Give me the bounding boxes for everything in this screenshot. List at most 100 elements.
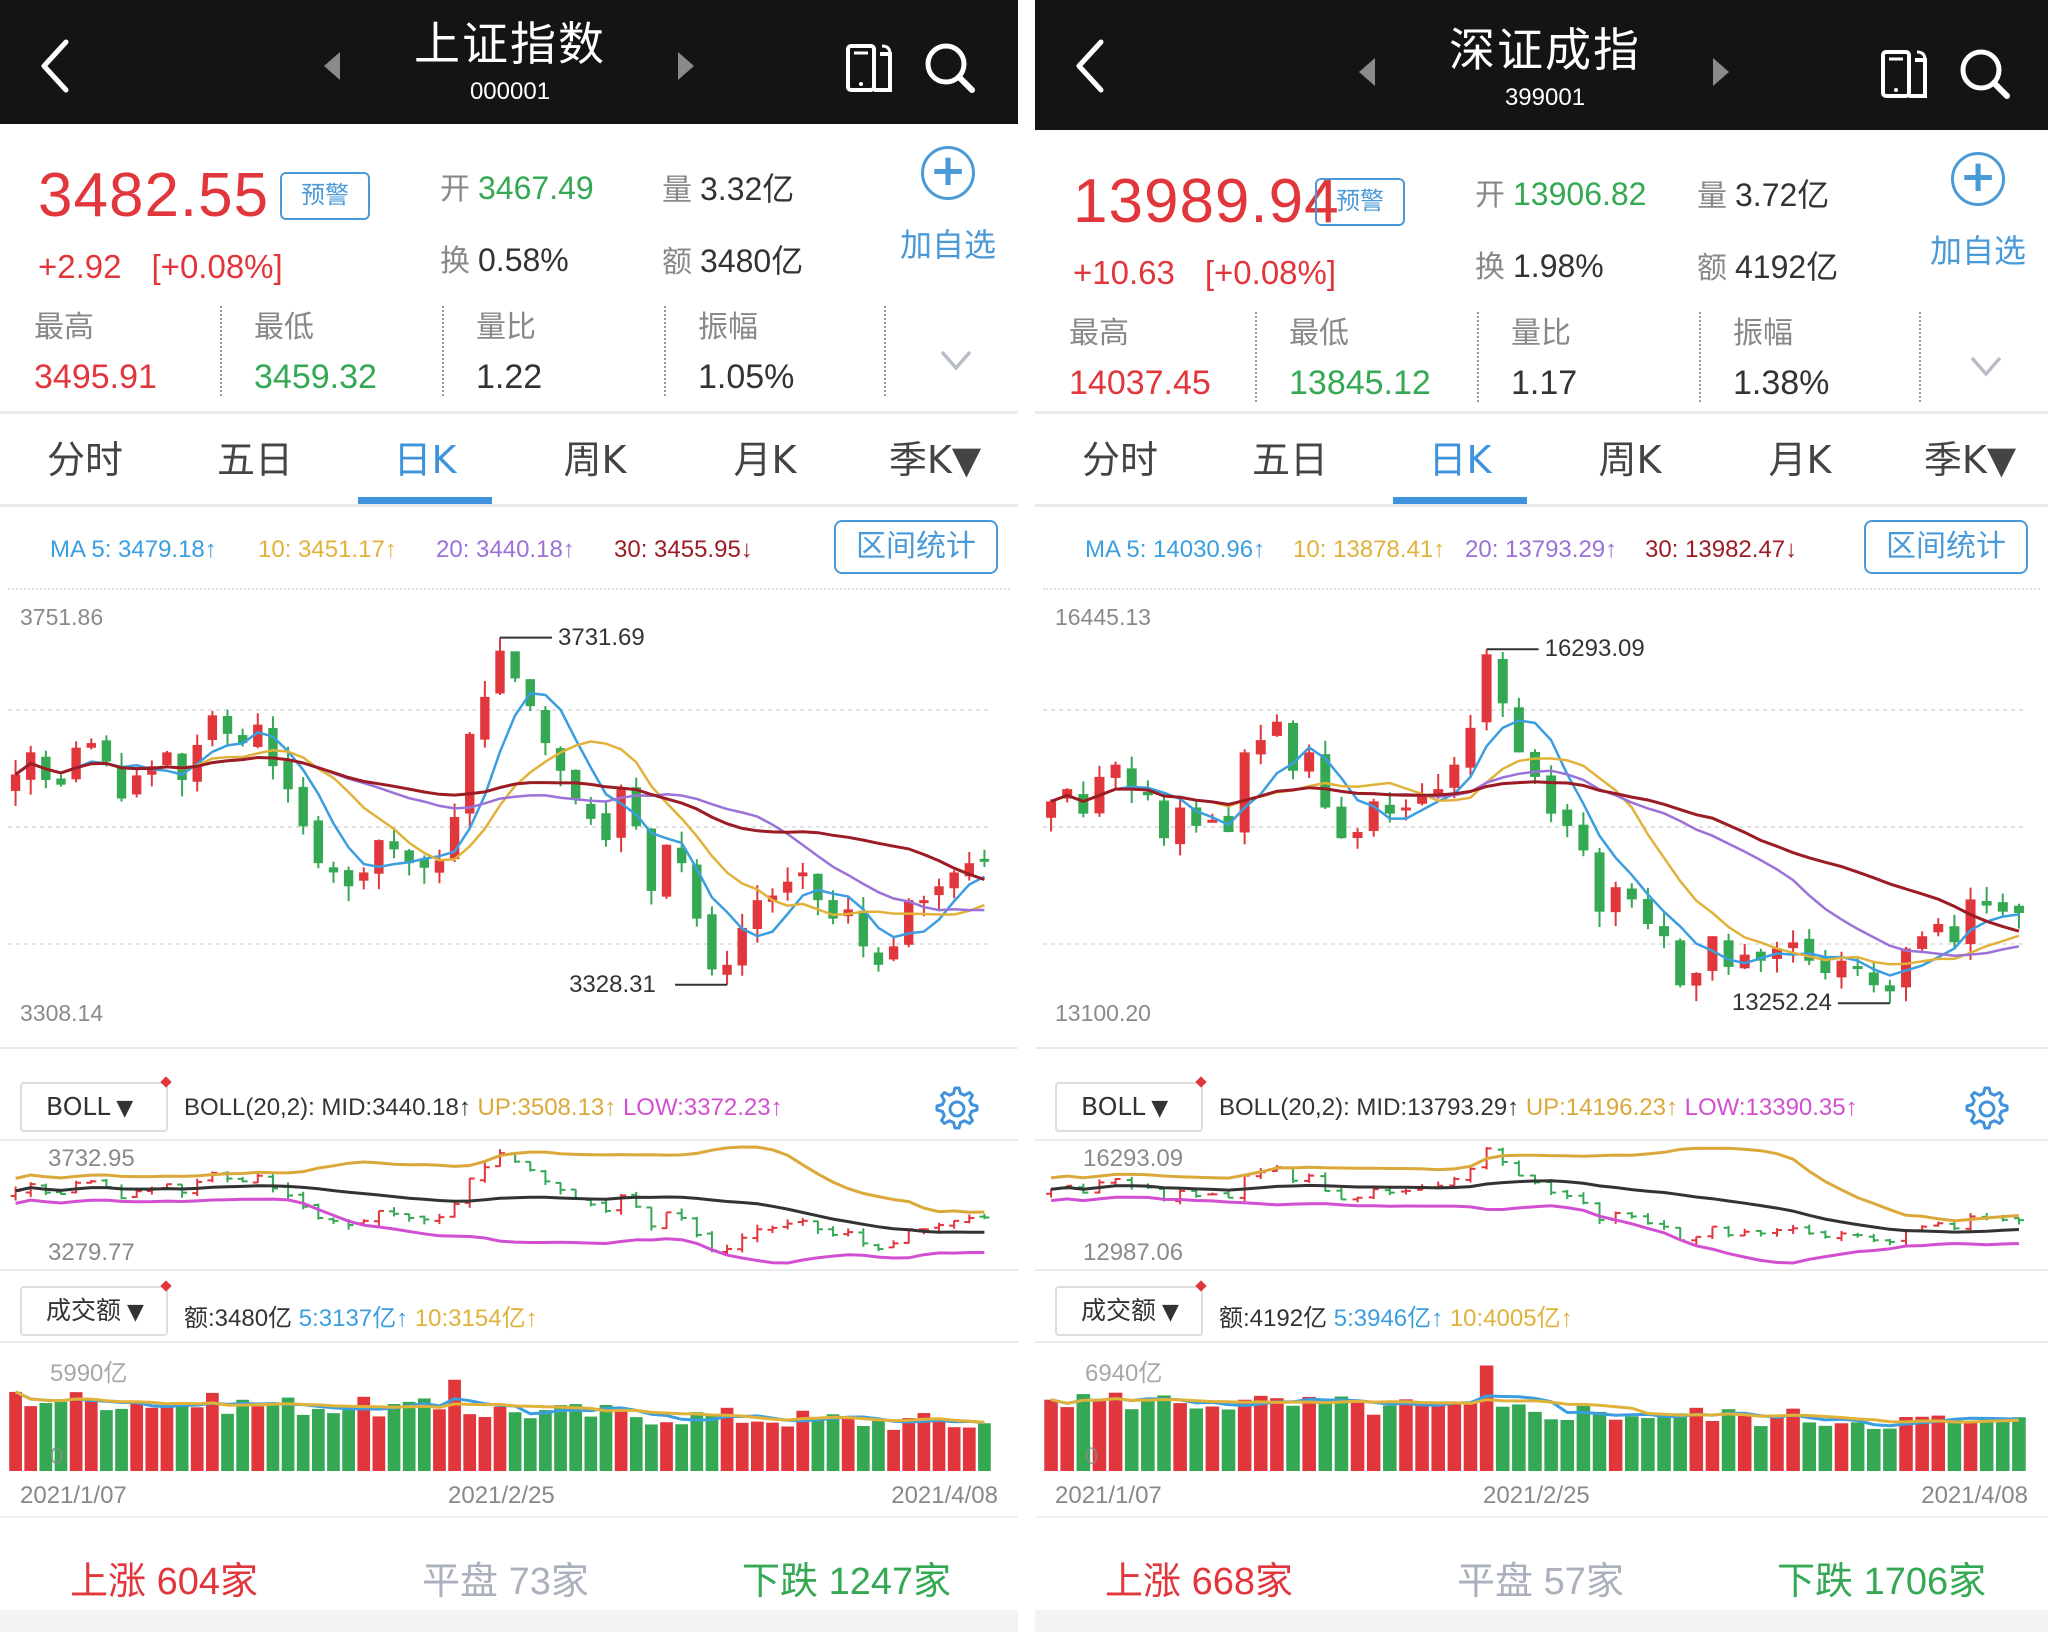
index-code: 399001: [1504, 84, 1586, 111]
candle-body: [934, 886, 944, 896]
candle-body: [162, 752, 172, 765]
candlestick-chart[interactable]: 3751.86 3308.14 3731.69 3328.31: [0, 592, 1018, 1047]
boll-y-max-label: 16293.09: [1083, 1145, 1184, 1172]
boll-selector-label: BOLL: [1081, 1092, 1146, 1121]
plus-circle-icon: +: [921, 146, 975, 200]
amount-bar: [1463, 1403, 1478, 1471]
tab-five-day[interactable]: 五日: [190, 414, 320, 506]
index-title: 上证指数: [414, 17, 606, 71]
ma30-line: [14, 755, 985, 881]
range-statistics-button[interactable]: 区间统计: [1864, 520, 2028, 574]
amount-y-min-label: 0: [50, 1443, 64, 1470]
candle-body: [798, 872, 808, 877]
amount-value: 3480亿: [700, 243, 804, 279]
bollinger-chart[interactable]: 16293.09 12987.06: [1035, 1141, 2048, 1269]
search-button[interactable]: [922, 40, 978, 96]
open-stat: 开 3467.49: [440, 164, 594, 208]
candlestick-svg: [8, 636, 992, 986]
amount-bar: [115, 1408, 128, 1471]
amount-ma5: 5:3137亿↑: [298, 1305, 409, 1332]
peak-annotation: 16293.09: [1544, 635, 1645, 663]
candle-body: [374, 840, 384, 874]
y-axis-max-label: 16445.13: [1055, 604, 1151, 630]
candle-body: [1046, 801, 1057, 818]
tab-monthly-k[interactable]: 月K: [1735, 414, 1865, 506]
indicator-selector-amount[interactable]: 成交额 ▼: [1055, 1280, 1207, 1336]
candle-body: [752, 900, 763, 930]
amount-bar: [296, 1414, 310, 1471]
change-percent: [+0.08%]: [151, 248, 283, 285]
indicator-settings-button[interactable]: [1962, 1084, 2012, 1134]
candle-body: [10, 774, 21, 791]
candle-body: [1933, 923, 1944, 933]
boll-params: BOLL(20,2):: [1219, 1094, 1350, 1121]
landscape-switch-button[interactable]: [1877, 46, 1933, 102]
price-alert-button[interactable]: 预警: [1315, 178, 1405, 226]
landscape-switch-button[interactable]: [842, 40, 898, 96]
amount-bar: [645, 1424, 658, 1471]
indicator-settings-button[interactable]: [932, 1084, 982, 1134]
amount-bar: [69, 1392, 83, 1471]
candle-body: [1949, 926, 1960, 943]
tab-weekly-k[interactable]: 周K: [530, 414, 660, 506]
tab-five-day[interactable]: 五日: [1225, 414, 1355, 506]
tab-daily-k[interactable]: 日K: [360, 414, 490, 506]
tab-daily-k[interactable]: 日K: [1395, 414, 1525, 506]
turnover-label: 换: [1475, 251, 1505, 284]
amount-bar: [281, 1397, 295, 1471]
amount-bar: [417, 1398, 431, 1471]
amount-bar: [1689, 1407, 1704, 1471]
amount-ma5: 5:3946亿↑: [1333, 1305, 1444, 1332]
back-button[interactable]: [36, 38, 76, 94]
add-to-watchlist-button[interactable]: + 加自选: [1928, 152, 2028, 272]
candle-body: [1255, 740, 1266, 755]
amount-bar-chart[interactable]: 5990亿 0: [0, 1343, 1018, 1475]
price-alert-button[interactable]: 预警: [280, 172, 370, 220]
expand-button[interactable]: [1968, 348, 2004, 384]
amount-bar-chart[interactable]: 6940亿 0: [1035, 1343, 2048, 1475]
amount-bar: [660, 1422, 673, 1471]
tab-intraday[interactable]: 分时: [20, 414, 150, 506]
previous-index-button[interactable]: [324, 52, 340, 80]
date-mid: 2021/2/25: [1483, 1482, 1590, 1509]
amount-bar: [433, 1409, 446, 1471]
low-label: 最低: [1289, 316, 1349, 351]
previous-index-button[interactable]: [1359, 58, 1375, 86]
tab-monthly-k[interactable]: 月K: [700, 414, 830, 506]
high-value: 3495.91: [34, 358, 157, 396]
candle-body: [858, 910, 869, 947]
bollinger-chart[interactable]: 3732.95 3279.77: [0, 1141, 1018, 1269]
tab-quarterly-k[interactable]: 季K▼: [870, 414, 1000, 506]
search-button[interactable]: [1957, 46, 2013, 102]
high-cell: 最高 14037.45: [1035, 308, 1211, 404]
candlestick-chart[interactable]: 16445.13 13100.20 16293.09 13252.24: [1035, 592, 2048, 1047]
amount-bar: [387, 1404, 401, 1471]
y-axis-max-label: 3751.86: [20, 604, 104, 630]
candle-body: [1965, 899, 1976, 945]
back-button[interactable]: [1071, 38, 1111, 94]
candle-body: [919, 900, 929, 904]
tab-quarterly-k[interactable]: 季K▼: [1905, 414, 2035, 506]
boll-mid: MID:3440.18↑: [321, 1094, 471, 1121]
next-index-button[interactable]: [678, 52, 694, 80]
boll-y-max-label: 3732.95: [48, 1145, 135, 1172]
ma10-line: [1050, 757, 2020, 966]
indicator-selector-boll[interactable]: BOLL ▼: [20, 1076, 172, 1132]
indicator-selector-amount[interactable]: 成交额 ▼: [20, 1280, 172, 1336]
candle-body: [1868, 972, 1879, 986]
divider: [1919, 312, 1921, 402]
amount-selector-label: 成交额: [1081, 1296, 1157, 1325]
tab-weekly-k[interactable]: 周K: [1565, 414, 1695, 506]
expand-button[interactable]: [938, 342, 974, 378]
indicator-selector-boll[interactable]: BOLL ▼: [1055, 1076, 1207, 1132]
divider: [1035, 1047, 2048, 1049]
chevron-down-icon: [1970, 356, 2002, 377]
active-tab-indicator: [358, 497, 492, 504]
range-statistics-button[interactable]: 区间统计: [834, 520, 998, 574]
next-index-button[interactable]: [1713, 58, 1729, 86]
add-to-watchlist-button[interactable]: + 加自选: [898, 146, 998, 266]
bollinger-svg: [10, 1145, 990, 1265]
decliners-count: 1706家: [1863, 1561, 1987, 1603]
caret-down-icon: ▼: [116, 1096, 134, 1121]
tab-intraday[interactable]: 分时: [1055, 414, 1185, 506]
